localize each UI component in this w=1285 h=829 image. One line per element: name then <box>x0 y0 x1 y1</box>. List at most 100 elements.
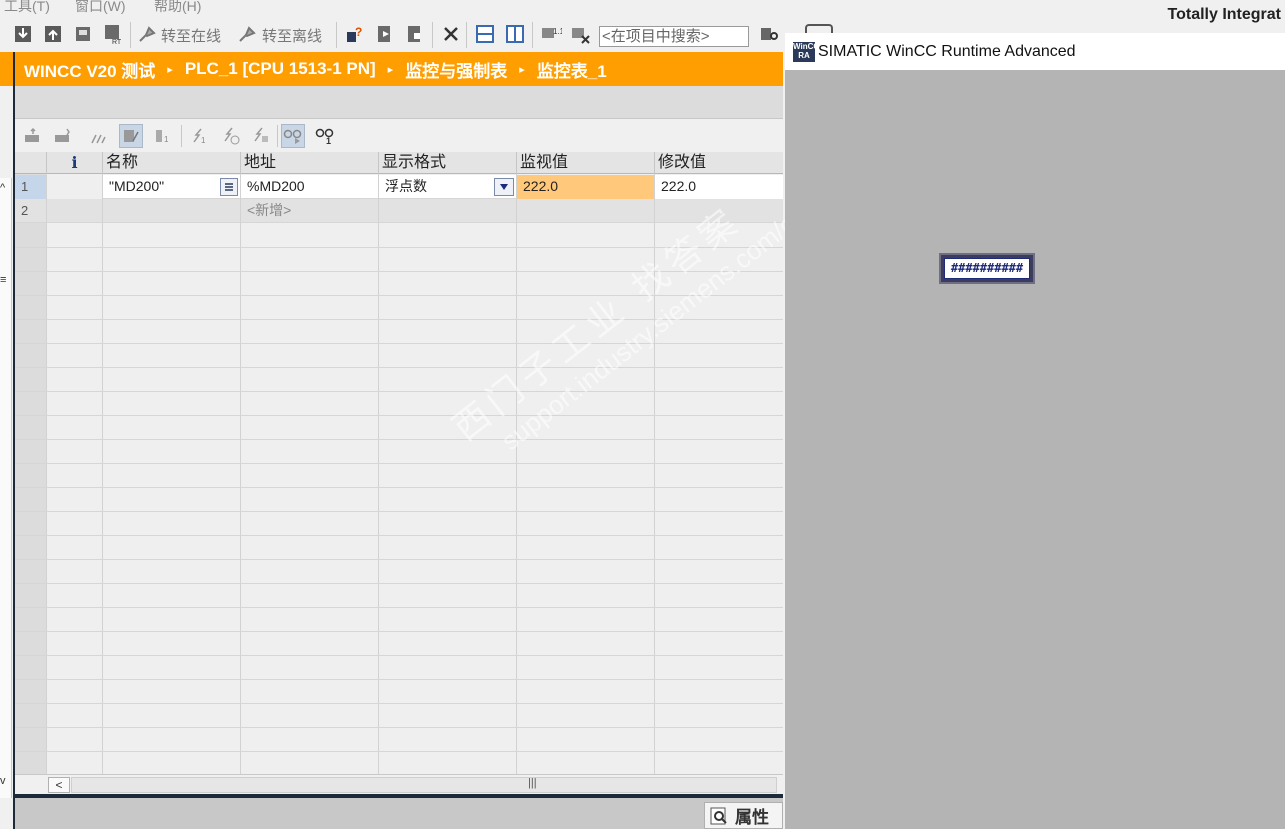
download-icon[interactable] <box>12 23 34 45</box>
scroll-left-icon[interactable]: < <box>48 777 70 793</box>
grid-line <box>654 174 655 774</box>
column-header-name[interactable]: 名称 <box>102 152 240 174</box>
menu-help[interactable]: 帮助(H) <box>154 0 201 14</box>
grid-row-line <box>15 463 783 464</box>
close-cross-icon[interactable] <box>440 23 462 45</box>
tag-list-icon[interactable] <box>220 178 238 196</box>
accessible-devices-icon[interactable]: ? <box>344 23 366 45</box>
column-header-monitor-value[interactable]: 监视值 <box>516 152 654 174</box>
go-online-button[interactable]: 转至在线 <box>161 25 221 46</box>
add-row-icon[interactable] <box>51 124 75 148</box>
grid-row-line <box>15 655 783 656</box>
go-online-icon[interactable] <box>136 23 158 45</box>
search-icon[interactable] <box>758 23 780 45</box>
monitor-once-glasses-icon[interactable]: 1 <box>313 124 337 148</box>
split-vertical-icon[interactable] <box>504 23 526 45</box>
inspector-bar <box>15 798 783 829</box>
grid-row-line <box>15 631 783 632</box>
grid-line <box>516 174 517 774</box>
grip-icon[interactable]: ≡ <box>0 274 6 286</box>
upload-icon[interactable] <box>42 23 64 45</box>
grid-row-line <box>15 415 783 416</box>
name-cell[interactable]: "MD200" <box>102 175 240 199</box>
modify-value-cell[interactable] <box>654 199 783 223</box>
stop-monitor-icon[interactable] <box>570 23 592 45</box>
project-tree-collapsed-panel[interactable]: ^ ≡ v <box>0 178 12 798</box>
stop-simulation-icon[interactable] <box>404 23 426 45</box>
svg-text:RT: RT <box>112 39 122 45</box>
io-field[interactable]: ########## <box>939 253 1035 284</box>
runtime-title: SIMATIC WinCC Runtime Advanced <box>818 43 1076 60</box>
monitor-value-cell <box>516 199 654 223</box>
main-toolbar: RT 转至在线 转至离线 ? 1.1 <在项目中搜索> <box>0 18 800 54</box>
column-header-info[interactable]: i <box>46 152 102 174</box>
properties-label: 属性 <box>735 808 769 827</box>
grid-row-line <box>15 247 783 248</box>
grid-row-line <box>15 271 783 272</box>
editor-header-band <box>15 86 783 119</box>
breadcrumb-watch-tables[interactable]: 监控与强制表 <box>405 57 507 82</box>
name-cell[interactable] <box>102 199 240 223</box>
toolbar-separator <box>277 125 278 147</box>
info-cell <box>46 199 102 223</box>
runtime-titlebar[interactable]: WinCC RA SIMATIC WinCC Runtime Advanced <box>785 33 1285 70</box>
modify-now-icon[interactable]: 1 <box>187 124 211 148</box>
show-column-icon[interactable]: 1 <box>151 124 175 148</box>
insert-row-icon[interactable] <box>21 124 45 148</box>
properties-tab[interactable]: 属性 <box>704 802 783 829</box>
modify-value-input[interactable]: 222.0 <box>654 175 783 199</box>
menu-window[interactable]: 窗口(W) <box>75 0 126 14</box>
toolbar-separator <box>466 22 467 48</box>
svg-text:1: 1 <box>326 136 331 145</box>
svg-text:1: 1 <box>201 136 206 145</box>
properties-icon <box>710 807 727 824</box>
grid-row-line <box>15 751 783 752</box>
display-format-select[interactable]: 浮点数 <box>378 175 516 199</box>
monitor-value-cell: 222.0 <box>516 175 654 199</box>
go-offline-icon[interactable] <box>236 23 258 45</box>
product-title: Totally Integrat <box>1167 6 1282 23</box>
table-row[interactable]: 1 "MD200" %MD200 浮点数 222.0 222.0 <box>15 175 783 199</box>
display-format-value: 浮点数 <box>385 178 427 194</box>
go-offline-button[interactable]: 转至离线 <box>262 25 322 46</box>
split-horizontal-icon[interactable] <box>474 23 496 45</box>
scroll-thumb[interactable] <box>71 777 777 793</box>
column-header-modify-value[interactable]: 修改值 <box>654 152 783 174</box>
monitor-all-glasses-icon[interactable] <box>281 124 305 148</box>
wincc-runtime-window: WinCC RA SIMATIC WinCC Runtime Advanced … <box>785 33 1285 829</box>
show-all-columns-icon[interactable] <box>119 124 143 148</box>
grid-row-line <box>15 583 783 584</box>
column-header-address[interactable]: 地址 <box>240 152 378 174</box>
column-header-format[interactable]: 显示格式 <box>378 152 516 174</box>
svg-text:1: 1 <box>164 135 169 144</box>
grid-line <box>46 174 47 774</box>
address-cell[interactable]: %MD200 <box>240 175 378 199</box>
project-search-input[interactable]: <在项目中搜索> <box>599 26 749 47</box>
chevron-up-icon[interactable]: ^ <box>0 182 5 194</box>
device-icon[interactable] <box>72 23 94 45</box>
menu-tools[interactable]: 工具(T) <box>4 0 50 14</box>
info-icon: i <box>71 153 78 172</box>
runtime-start-icon[interactable]: RT <box>102 23 124 45</box>
row-number[interactable]: 2 <box>15 199 46 223</box>
add-new-address-cell[interactable]: <新增> <box>240 199 378 223</box>
start-simulation-icon[interactable] <box>374 23 396 45</box>
expanded-mode-icon[interactable] <box>87 124 111 148</box>
breadcrumb-watch-table-1[interactable]: 监控表_1 <box>537 57 607 82</box>
svg-text:1.1: 1.1 <box>553 27 562 36</box>
table-row[interactable]: 2 <新增> <box>15 199 783 223</box>
enable-peripheral-icon[interactable] <box>249 124 273 148</box>
row-number[interactable]: 1 <box>15 175 46 199</box>
breadcrumb-plc[interactable]: PLC_1 [CPU 1513-1 PN] <box>185 59 376 79</box>
horizontal-scrollbar[interactable]: < ||| <box>15 774 783 794</box>
dropdown-arrow-icon[interactable] <box>494 178 514 196</box>
grid-row-line <box>15 559 783 560</box>
menubar: 工具(T) 窗口(W) 帮助(H) <box>0 0 800 14</box>
display-format-cell[interactable] <box>378 199 516 223</box>
modify-trigger-icon[interactable] <box>219 124 243 148</box>
chevron-down-icon[interactable]: v <box>0 775 6 787</box>
tag-name: "MD200" <box>109 178 165 194</box>
breadcrumb-project[interactable]: WINCC V20 测试 <box>24 57 155 82</box>
monitor-all-icon[interactable]: 1.1 <box>540 23 562 45</box>
grid-row-line <box>15 391 783 392</box>
